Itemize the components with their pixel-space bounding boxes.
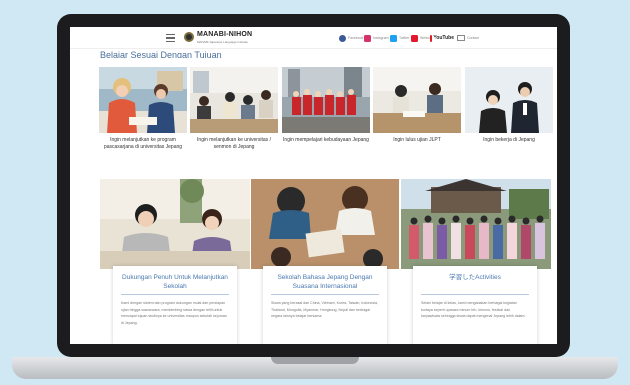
purpose-image-culture[interactable] [282, 67, 370, 133]
purpose-image-graduate[interactable] [99, 67, 187, 133]
social-label: Contact [467, 36, 480, 40]
social-label: Twitter [399, 36, 410, 40]
website-screen: MANABI-NIHON MANABI Japanese Language In… [70, 27, 557, 344]
site-header: MANABI-NIHON MANABI Japanese Language In… [70, 27, 557, 49]
classroom-photo [190, 67, 278, 133]
logo-icon[interactable] [184, 32, 194, 42]
feature-body: Kami dengan sistem dan program dukungan … [121, 301, 227, 325]
social-youtube[interactable]: YouTube [430, 34, 454, 42]
feature-card-activities[interactable]: 学習したActivities Selain belajar di kelas, … [413, 266, 537, 344]
social-facebook[interactable]: Facebook [339, 34, 363, 42]
weibo-icon [411, 34, 418, 42]
graduate-photo [99, 67, 187, 133]
culture-photo [282, 67, 370, 133]
purpose-caption[interactable]: Ingin mempelajari kebudayaan Jepang [280, 137, 372, 144]
feature-card-international[interactable]: Sekolah Bahasa Jepang Dengan Suasana Int… [263, 266, 387, 344]
divider [271, 294, 379, 295]
feature-image-support [100, 179, 250, 269]
feature-body: Selain belajar di kelas, kami mengadakan… [421, 301, 526, 318]
purpose-caption[interactable]: Ingin lulus ujian JLPT [371, 137, 463, 144]
laptop-notch [271, 357, 359, 364]
jlpt-photo [373, 67, 461, 133]
divider [121, 294, 229, 295]
feature-title[interactable]: Sekolah Bahasa Jepang Dengan Suasana Int… [271, 274, 379, 291]
menu-icon[interactable] [166, 34, 175, 42]
instagram-icon [364, 34, 371, 42]
feature-card-support[interactable]: Dukungan Penuh Untuk Melanjutkan Sekolah… [113, 266, 237, 344]
feature-title[interactable]: Dukungan Penuh Untuk Melanjutkan Sekolah [121, 274, 229, 291]
social-instagram[interactable]: Instagram [364, 34, 389, 42]
social-label: Facebook [348, 36, 364, 40]
purpose-caption[interactable]: Ingin melanjutkan ke program pascasarjan… [97, 137, 189, 151]
logo-text[interactable]: MANABI-NIHON [197, 31, 252, 38]
feature-image-activities [401, 179, 551, 269]
activities-photo [401, 179, 551, 269]
youtube-icon [430, 34, 438, 42]
logo-subtext: MANABI Japanese Language Institute [197, 40, 248, 44]
purpose-image-work[interactable] [465, 67, 553, 133]
facebook-icon [339, 34, 346, 42]
feature-title[interactable]: 学習したActivities [421, 274, 529, 291]
mail-icon [457, 35, 465, 41]
purpose-caption[interactable]: Ingin bekerja di Jepang [463, 137, 555, 144]
social-label: Instagram [373, 36, 389, 40]
twitter-icon [390, 34, 397, 42]
purpose-image-university[interactable] [190, 67, 278, 133]
contact-link[interactable]: Contact [457, 34, 479, 42]
international-photo [251, 179, 399, 269]
social-label: Weibo [420, 36, 430, 40]
section-title: Belajar Sesuai Dengan Tujuan [100, 50, 222, 58]
purpose-image-jlpt[interactable] [373, 67, 461, 133]
social-weibo[interactable]: Weibo [411, 34, 430, 42]
support-photo [100, 179, 250, 269]
purpose-caption[interactable]: Ingin melanjutkan ke universitas / senmo… [188, 137, 280, 151]
work-photo [465, 67, 553, 133]
divider [421, 294, 529, 295]
social-twitter[interactable]: Twitter [390, 34, 409, 42]
feature-image-international [251, 179, 399, 269]
feature-body: Siswa yang berasal dari China, Vietnam, … [271, 301, 378, 318]
